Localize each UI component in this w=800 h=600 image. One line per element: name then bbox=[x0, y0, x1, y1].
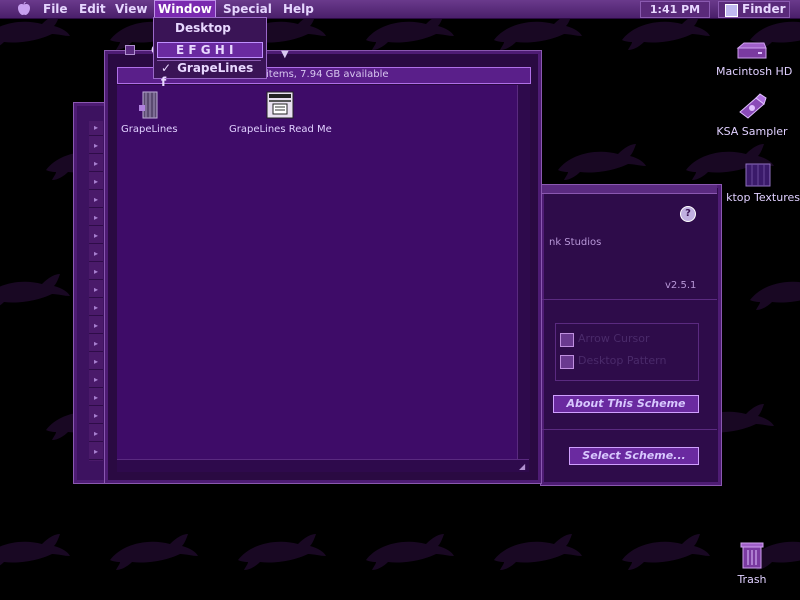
application-menu[interactable]: Finder bbox=[718, 1, 790, 18]
apple-menu-icon[interactable] bbox=[16, 2, 32, 16]
disclosure-triangle-icon[interactable]: ▸ bbox=[89, 319, 103, 334]
folder-icon bbox=[745, 163, 771, 187]
vertical-scrollbar[interactable] bbox=[517, 85, 530, 459]
window-menu-item-desktop[interactable]: Desktop bbox=[157, 21, 279, 35]
window-menu-item-label: E F G H I bbox=[176, 43, 234, 57]
file-name: GrapeLines bbox=[121, 124, 178, 135]
menu-help[interactable]: Help bbox=[280, 1, 317, 17]
hard-disk-icon bbox=[736, 42, 767, 59]
disclosure-triangle-icon[interactable]: ▸ bbox=[89, 427, 103, 442]
divider bbox=[541, 429, 717, 430]
application-icon bbox=[739, 93, 767, 119]
file-item[interactable]: GrapeLines bbox=[121, 89, 178, 135]
trash-icon bbox=[740, 542, 764, 569]
arrow-cursor-checkbox[interactable] bbox=[560, 333, 574, 347]
disclosure-triangle-icon[interactable]: ▸ bbox=[89, 283, 103, 298]
finder-window-content[interactable]: GrapeLines GrapeLines Read Me bbox=[117, 85, 517, 459]
finder-window[interactable]: G ▼ items, 7.94 GB available GrapeLines bbox=[104, 43, 542, 484]
document-icon bbox=[266, 91, 294, 119]
version-label: v2.5.1 bbox=[665, 280, 697, 291]
window-menu-dropdown: Desktop E F G H I ✓ GrapeLines f bbox=[153, 17, 267, 89]
options-group: Arrow Cursor Desktop Pattern bbox=[555, 323, 699, 381]
window-menu-item-label: Desktop bbox=[175, 21, 231, 35]
desktop-icon-desktop-textures[interactable]: ktop Textures bbox=[712, 160, 800, 204]
disclosure-triangle-icon[interactable]: ▸ bbox=[89, 445, 103, 460]
desktop-icon-label: Macintosh HD bbox=[716, 65, 793, 78]
horizontal-scrollbar[interactable]: ◢ bbox=[117, 459, 529, 472]
menu-bar: File Edit View Window Special Help 1:41 … bbox=[0, 0, 800, 19]
control-panel-window[interactable]: ? nk Studios v2.5.1 Arrow Cursor Desktop… bbox=[540, 184, 722, 486]
disclosure-triangle-icon[interactable]: ▸ bbox=[89, 211, 103, 226]
menu-special[interactable]: Special bbox=[220, 1, 275, 17]
disclosure-triangle-icon[interactable]: ▸ bbox=[89, 409, 103, 424]
desktop-icon-trash[interactable]: Trash bbox=[726, 540, 778, 586]
select-scheme-button[interactable]: Select Scheme... bbox=[569, 447, 699, 465]
file-item[interactable]: GrapeLines Read Me bbox=[229, 89, 332, 135]
disclosure-triangle-icon[interactable]: ▸ bbox=[89, 301, 103, 316]
disclosure-triangle-icon[interactable]: ▸ bbox=[89, 337, 103, 352]
dolphin-pattern-icon bbox=[0, 534, 70, 566]
disclosure-triangle-icon[interactable]: ▸ bbox=[89, 391, 103, 406]
desktop-pattern-checkbox[interactable] bbox=[560, 355, 574, 369]
desktop-icon-label: Trash bbox=[737, 573, 767, 586]
close-box-icon[interactable] bbox=[125, 45, 135, 55]
menu-edit[interactable]: Edit bbox=[76, 1, 109, 17]
desktop-pattern-label: Desktop Pattern bbox=[578, 354, 667, 367]
disclosure-triangle-icon[interactable]: ▸ bbox=[89, 121, 103, 136]
folder-icon bbox=[139, 91, 158, 119]
disclosure-triangle-icon[interactable]: ▸ bbox=[89, 139, 103, 154]
disclosure-triangle-icon[interactable]: ▸ bbox=[89, 265, 103, 280]
dolphin-pattern-icon bbox=[558, 144, 646, 180]
menu-clock[interactable]: 1:41 PM bbox=[640, 1, 710, 18]
menu-file[interactable]: File bbox=[40, 1, 71, 17]
desktop-icon-label: KSA Sampler bbox=[716, 125, 788, 138]
desktop-icon-macintosh-hd[interactable]: Macintosh HD bbox=[716, 40, 793, 78]
disclosure-triangle-icon[interactable]: ▸ bbox=[89, 229, 103, 244]
dolphin-pattern-icon bbox=[0, 274, 70, 306]
disclosure-triangle-icon[interactable]: ▸ bbox=[89, 157, 103, 172]
divider bbox=[541, 299, 717, 300]
menu-view[interactable]: View bbox=[112, 1, 150, 17]
dolphin-pattern-icon bbox=[494, 534, 582, 570]
checkmark-icon: ✓ bbox=[161, 61, 172, 75]
finder-icon bbox=[725, 4, 738, 17]
company-label: nk Studios bbox=[549, 237, 602, 248]
disk-space-label: items, 7.94 GB available bbox=[266, 69, 389, 80]
background-window-list: ▸ ▸ ▸ ▸ ▸ ▸ ▸ ▸ ▸ ▸ ▸ ▸ ▸ ▸ ▸ ▸ ▸ ▸ ▸ bbox=[89, 121, 103, 461]
control-panel-title-bar[interactable] bbox=[541, 185, 717, 194]
dolphin-pattern-icon bbox=[238, 534, 326, 570]
dolphin-pattern-icon bbox=[366, 534, 454, 570]
window-menu-item-grapelines[interactable]: ✓ GrapeLines f bbox=[157, 60, 261, 89]
about-scheme-button[interactable]: About This Scheme bbox=[553, 395, 699, 413]
disclosure-triangle-icon[interactable]: ▸ bbox=[89, 355, 103, 370]
disclosure-triangle-icon[interactable]: ▸ bbox=[89, 193, 103, 208]
desktop-icon-label: ktop Textures bbox=[726, 191, 800, 204]
dolphin-pattern-icon bbox=[110, 534, 198, 570]
application-menu-label: Finder bbox=[742, 2, 786, 16]
arrow-cursor-label: Arrow Cursor bbox=[578, 332, 650, 345]
collapse-arrow-icon[interactable]: ▼ bbox=[281, 49, 289, 60]
disclosure-triangle-icon[interactable]: ▸ bbox=[89, 175, 103, 190]
window-menu-item-efghi[interactable]: E F G H I bbox=[157, 42, 263, 58]
disclosure-triangle-icon[interactable]: ▸ bbox=[89, 247, 103, 262]
dolphin-pattern-icon bbox=[622, 534, 710, 570]
file-name: GrapeLines Read Me bbox=[229, 124, 332, 135]
disclosure-triangle-icon[interactable]: ▸ bbox=[89, 373, 103, 388]
resize-grip-icon[interactable]: ◢ bbox=[519, 463, 527, 471]
dolphin-pattern-icon bbox=[750, 281, 800, 310]
desktop-icon-ksa-sampler[interactable]: KSA Sampler bbox=[714, 92, 790, 138]
menu-window[interactable]: Window bbox=[154, 0, 216, 18]
help-icon[interactable]: ? bbox=[680, 206, 696, 222]
